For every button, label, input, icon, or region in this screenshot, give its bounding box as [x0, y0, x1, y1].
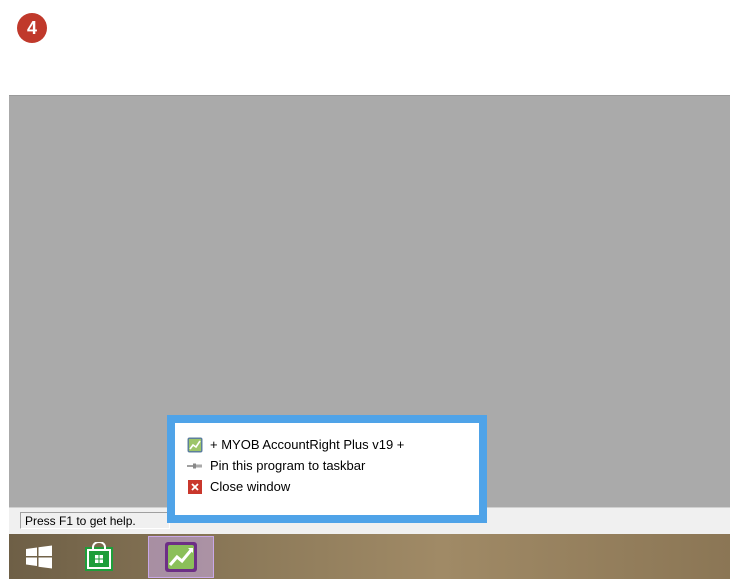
jump-list-item-label: Close window — [210, 479, 291, 494]
myob-taskbar-button[interactable] — [148, 536, 214, 578]
myob-app-icon — [187, 437, 203, 453]
jump-list-item-label: + MYOB AccountRight Plus v19 + — [210, 437, 405, 452]
jump-list-item-pin[interactable]: Pin this program to taskbar — [175, 455, 479, 476]
jump-list-item-myob[interactable]: + MYOB AccountRight Plus v19 + — [175, 434, 479, 455]
jump-list-item-label: Pin this program to taskbar — [210, 458, 366, 473]
status-bar-text: Press F1 to get help. — [20, 512, 170, 529]
store-bag-icon — [85, 541, 113, 571]
jump-list-body: + MYOB AccountRight Plus v19 + Pin this … — [175, 423, 479, 515]
taskbar-jump-list: + MYOB AccountRight Plus v19 + Pin this … — [167, 415, 487, 523]
start-button[interactable] — [13, 534, 65, 579]
jump-list-item-close[interactable]: Close window — [175, 476, 479, 497]
myob-chart-icon — [165, 542, 197, 572]
store-button[interactable] — [73, 534, 125, 579]
close-icon — [187, 479, 203, 495]
pin-icon — [187, 458, 203, 474]
windows-logo-icon — [26, 545, 52, 568]
taskbar — [9, 534, 730, 579]
step-badge: 4 — [17, 13, 47, 43]
